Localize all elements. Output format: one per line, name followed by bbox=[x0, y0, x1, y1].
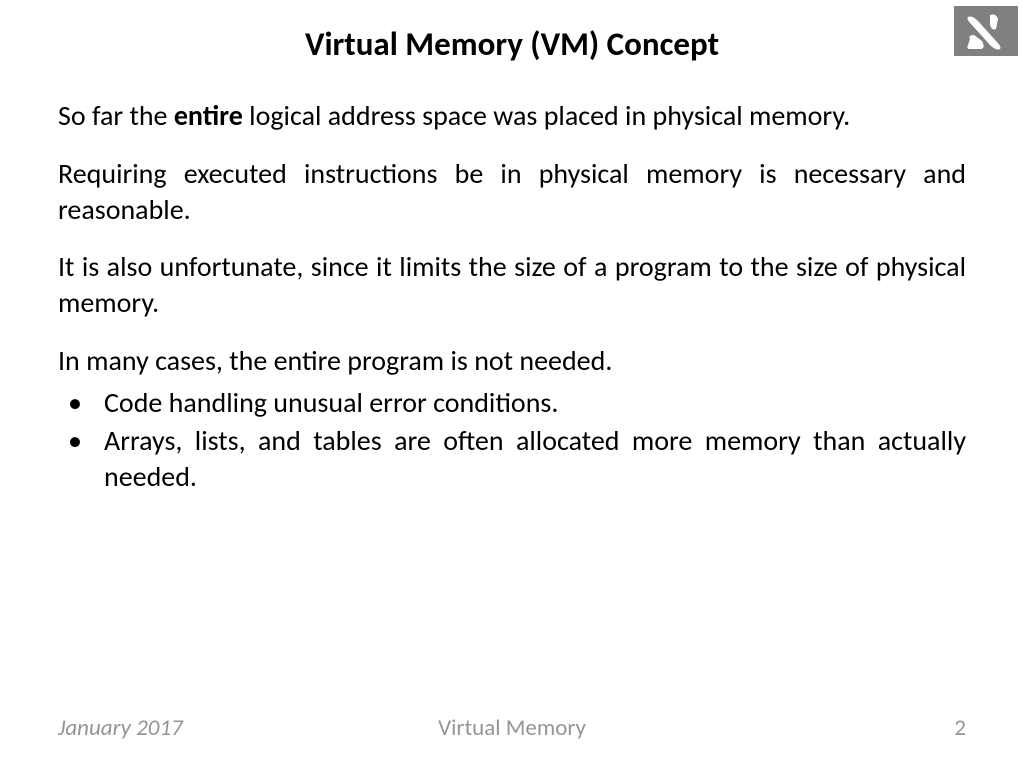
list-item: Arrays, lists, and tables are often allo… bbox=[58, 423, 966, 495]
paragraph-2: Requiring executed instructions be in ph… bbox=[58, 156, 966, 228]
footer-page-number: 2 bbox=[954, 714, 966, 742]
slide-footer: January 2017 Virtual Memory 2 bbox=[0, 714, 1024, 744]
text-bold: entire bbox=[174, 98, 243, 133]
paragraph-3: It is also unfortunate, since it limits … bbox=[58, 249, 966, 321]
paragraph-1: So far the entire logical address space … bbox=[58, 98, 966, 134]
text-run: So far the bbox=[58, 98, 174, 133]
slide-body: So far the entire logical address space … bbox=[58, 98, 966, 496]
slide: Virtual Memory (VM) Concept So far the e… bbox=[0, 0, 1024, 768]
bullet-list: Code handling unusual error conditions. … bbox=[58, 385, 966, 494]
text-run: logical address space was placed in phys… bbox=[243, 98, 850, 133]
paragraph-4: In many cases, the entire program is not… bbox=[58, 343, 966, 379]
slide-title: Virtual Memory (VM) Concept bbox=[0, 24, 1024, 64]
list-item: Code handling unusual error conditions. bbox=[58, 385, 966, 421]
footer-topic: Virtual Memory bbox=[0, 714, 1024, 742]
